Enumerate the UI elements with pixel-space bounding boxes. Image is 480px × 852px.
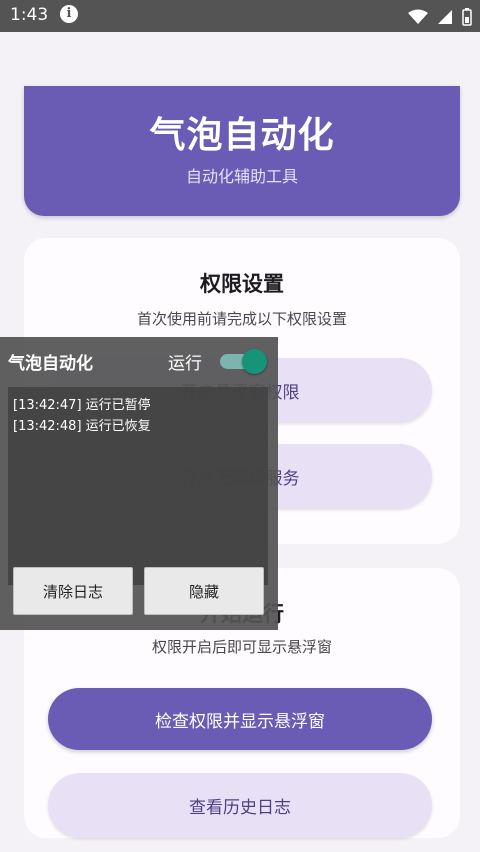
status-bar: 1:43 i (0, 0, 480, 32)
run-toggle-label: 运行 (168, 354, 202, 374)
log-area[interactable]: [13:42:47] 运行已暂停 [13:42:48] 运行已恢复 (8, 387, 268, 585)
view-history-log-button[interactable]: 查看历史日志 (48, 773, 432, 837)
wifi-icon (407, 9, 428, 24)
check-permissions-button[interactable]: 检查权限并显示悬浮窗 (48, 688, 432, 750)
battery-icon (462, 7, 472, 26)
permissions-title: 权限设置 (200, 272, 284, 296)
run-toggle[interactable] (220, 349, 267, 374)
app-title: 气泡自动化 (149, 115, 335, 156)
permissions-description: 首次使用前请完成以下权限设置 (136, 310, 347, 328)
floating-window-title: 气泡自动化 (8, 354, 93, 374)
header-card: 气泡自动化 自动化辅助工具 (24, 86, 460, 216)
log-line: [13:42:48] 运行已恢复 (13, 419, 151, 434)
status-icons (404, 6, 472, 26)
clear-log-button[interactable]: 清除日志 (13, 567, 133, 615)
app-subtitle: 自动化辅助工具 (185, 167, 298, 186)
signal-icon (437, 9, 452, 24)
status-time: 1:43 (10, 5, 49, 25)
run-description: 权限开启后即可显示悬浮窗 (151, 638, 332, 656)
log-line: [13:42:47] 运行已暂停 (13, 398, 151, 413)
info-icon: i (60, 5, 78, 23)
hide-window-button[interactable]: 隐藏 (144, 567, 264, 615)
run-toggle-thumb (242, 349, 267, 374)
